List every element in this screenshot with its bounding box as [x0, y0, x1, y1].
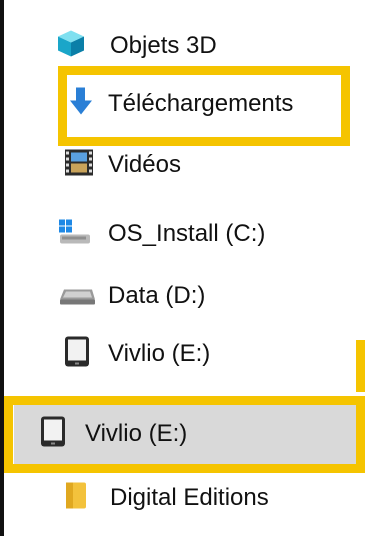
highlight-box-telechargements: [58, 66, 350, 146]
film-strip-icon: [64, 148, 94, 183]
highlight-box-fragment: [356, 340, 365, 392]
tree-item-label: Vidéos: [108, 151, 181, 178]
tree-item-vivlio-e[interactable]: Vivlio (E:): [0, 326, 367, 382]
tree-item-label: Data (D:): [108, 282, 206, 309]
tree-item-label: Vivlio (E:): [108, 340, 211, 367]
folder-icon: [64, 481, 88, 516]
windows-drive-icon: [58, 218, 92, 251]
highlight-box-vivlio-selected: [4, 396, 365, 473]
tree-item-label: Objets 3D: [110, 32, 217, 59]
tree-item-label: OS_Install (C:): [108, 220, 266, 247]
tree-item-digital-editions[interactable]: Digital Editions: [0, 470, 367, 526]
hard-drive-icon: [58, 282, 96, 311]
ereader-icon: [64, 336, 90, 373]
tree-item-data-d[interactable]: Data (D:): [0, 268, 367, 324]
tree-item-label: Digital Editions: [110, 484, 269, 511]
cube-3d-icon: [56, 29, 86, 64]
tree-item-os-install-c[interactable]: OS_Install (C:): [0, 206, 367, 262]
